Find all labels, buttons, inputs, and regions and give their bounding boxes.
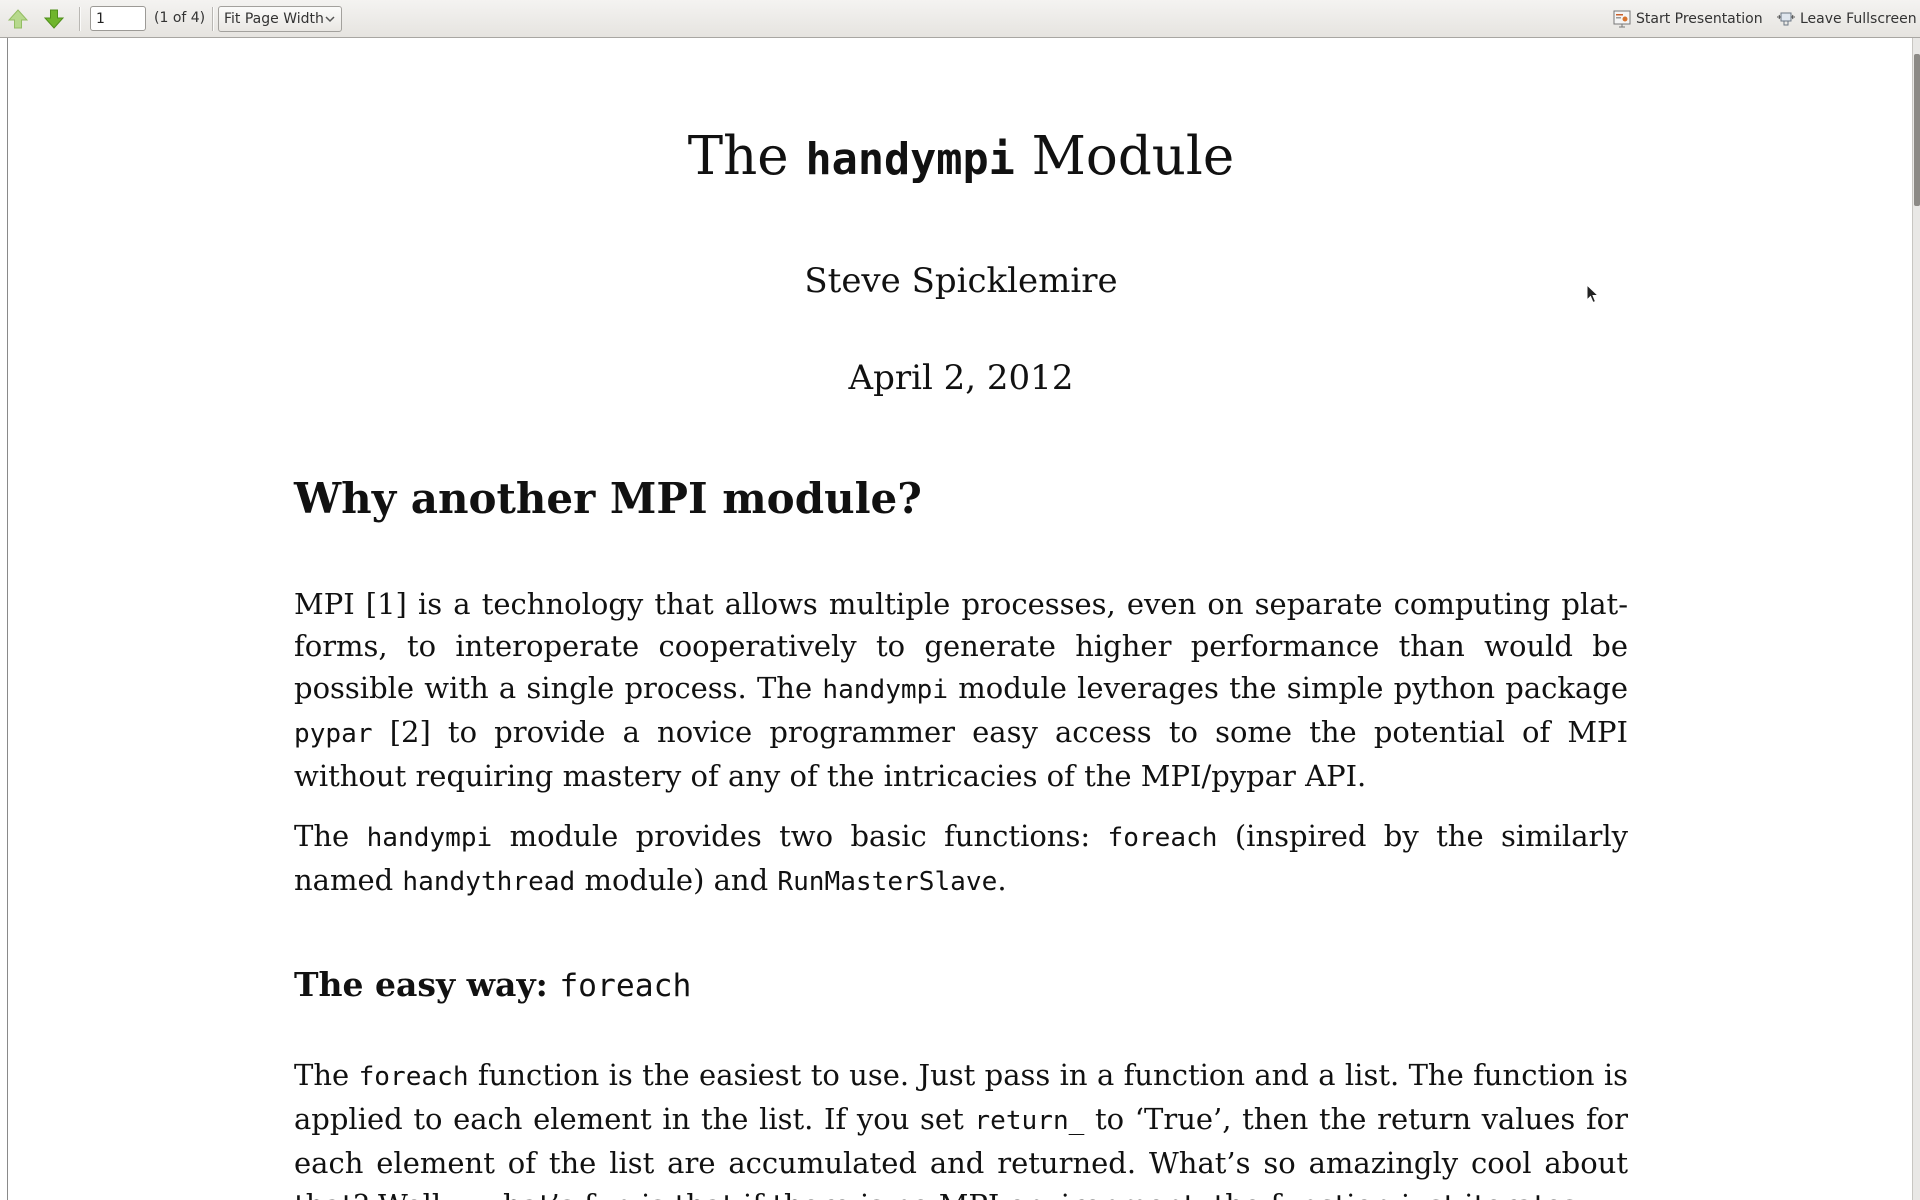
text-run: . <box>997 863 1007 897</box>
next-page-button[interactable] <box>40 5 68 33</box>
code-run: return_ <box>974 1106 1085 1136</box>
arrow-up-icon <box>7 9 29 29</box>
subsection-heading-code: foreach <box>559 968 692 1004</box>
paragraph-functions: The handympi module provides two basic f… <box>294 815 1628 903</box>
zoom-select[interactable]: Fit Page Width <box>218 6 342 32</box>
chevron-down-icon <box>325 16 335 23</box>
toolbar-separator <box>212 7 213 31</box>
code-run: handythread <box>402 867 576 897</box>
code-run: handympi <box>822 675 949 705</box>
start-presentation-button[interactable]: Start Presentation <box>1612 8 1763 30</box>
code-run: foreach <box>358 1062 469 1092</box>
text-run: The <box>294 1058 350 1092</box>
paragraph-foreach: The foreach function is the easiest to u… <box>294 1054 1628 1200</box>
leave-fullscreen-icon <box>1777 12 1795 26</box>
title-suffix: Module <box>1031 126 1235 187</box>
leave-fullscreen-label: Leave Fullscreen <box>1800 11 1917 27</box>
document-date: April 2, 2012 <box>848 358 1074 398</box>
text-run: module provides two basic functions: <box>509 819 1091 853</box>
section-heading: Why another MPI module? <box>294 474 922 523</box>
code-run: foreach <box>1107 823 1218 853</box>
scrollbar-thumb[interactable] <box>1914 54 1920 206</box>
title-module-name: handympi <box>805 135 1015 185</box>
text-run: The <box>294 819 350 853</box>
document-viewer[interactable]: The handympi Module Steve Spicklemire Ap… <box>0 38 1920 1200</box>
vertical-scrollbar[interactable] <box>1912 38 1920 1200</box>
zoom-select-value: Fit Page Width <box>224 11 324 27</box>
text-run: [2] to provide a novice programmer easy … <box>294 715 1628 793</box>
document-author: Steve Spicklemire <box>804 261 1118 301</box>
code-run: RunMasterSlave <box>777 867 998 897</box>
toolbar-separator <box>79 7 80 31</box>
leave-fullscreen-button[interactable]: Leave Fullscreen <box>1776 8 1917 30</box>
start-presentation-label: Start Presentation <box>1636 11 1763 27</box>
page-left-border <box>7 38 8 1200</box>
previous-page-button[interactable] <box>4 5 32 33</box>
mouse-cursor-icon <box>1586 284 1600 304</box>
text-run: module) and <box>584 863 769 897</box>
document-title: The handympi Module <box>294 130 1628 183</box>
title-prefix: The <box>687 126 789 187</box>
viewer-toolbar: (1 of 4) Fit Page Width Start Presentati… <box>0 0 1920 38</box>
page-number-input[interactable] <box>90 6 146 31</box>
code-run: pypar <box>294 719 373 749</box>
page-count-label: (1 of 4) <box>154 10 206 26</box>
code-run: handympi <box>366 823 493 853</box>
subsection-heading: The easy way: foreach <box>294 968 1628 1002</box>
subsection-heading-text: The easy way: <box>294 965 548 1004</box>
arrow-down-icon <box>43 9 65 29</box>
paragraph-intro: MPI [1] is a technology that allows mult… <box>294 583 1628 797</box>
text-run: module leverages the simple python packa… <box>958 671 1628 705</box>
presentation-icon <box>1613 10 1631 28</box>
